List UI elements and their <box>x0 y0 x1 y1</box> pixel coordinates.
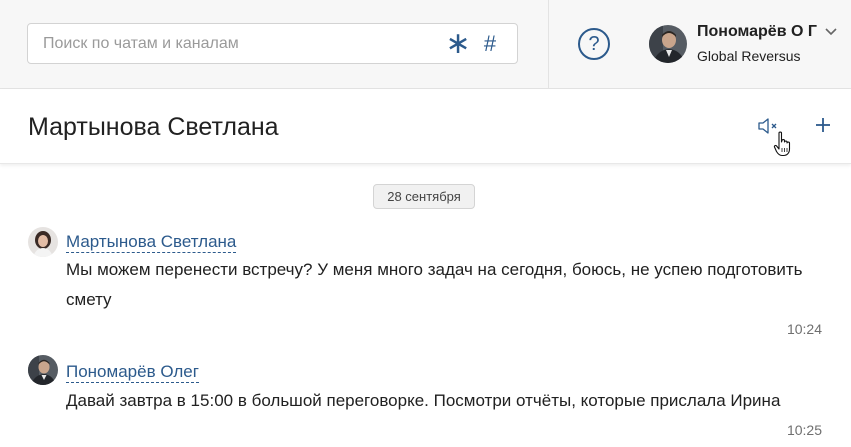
asterisk-icon[interactable]: ∗ <box>445 29 471 59</box>
message-author-link[interactable]: Пономарёв Олег <box>66 362 199 383</box>
message-text: Мы можем перенести встречу? У меня много… <box>66 260 803 309</box>
chat-header: Мартынова Светлана <box>0 89 851 164</box>
search-box[interactable]: ∗ # <box>27 23 518 64</box>
help-icon[interactable]: ? <box>578 28 610 60</box>
date-separator: 28 сентября <box>373 184 475 209</box>
user-avatar[interactable] <box>649 25 687 63</box>
hash-icon[interactable]: # <box>479 29 501 59</box>
user-organization: Global Reversus <box>697 48 801 64</box>
message-text: Давай завтра в 15:00 в большой переговор… <box>66 391 781 410</box>
message-time: 10:25 <box>786 422 822 438</box>
avatar[interactable] <box>28 355 58 385</box>
avatar[interactable] <box>28 227 58 257</box>
chevron-down-icon[interactable] <box>824 27 838 37</box>
header-divider <box>548 0 549 89</box>
message-author-link[interactable]: Мартынова Светлана <box>66 232 237 253</box>
plus-icon[interactable] <box>813 115 833 135</box>
chat-title: Мартынова Светлана <box>28 113 279 141</box>
hand-cursor-icon <box>773 131 791 157</box>
message-time: 10:24 <box>786 321 822 337</box>
search-input[interactable] <box>43 33 423 55</box>
user-name[interactable]: Пономарёв О Г <box>697 23 817 41</box>
top-bar: ∗ # ? Пономарёв О Г Global Reversus <box>0 0 851 89</box>
